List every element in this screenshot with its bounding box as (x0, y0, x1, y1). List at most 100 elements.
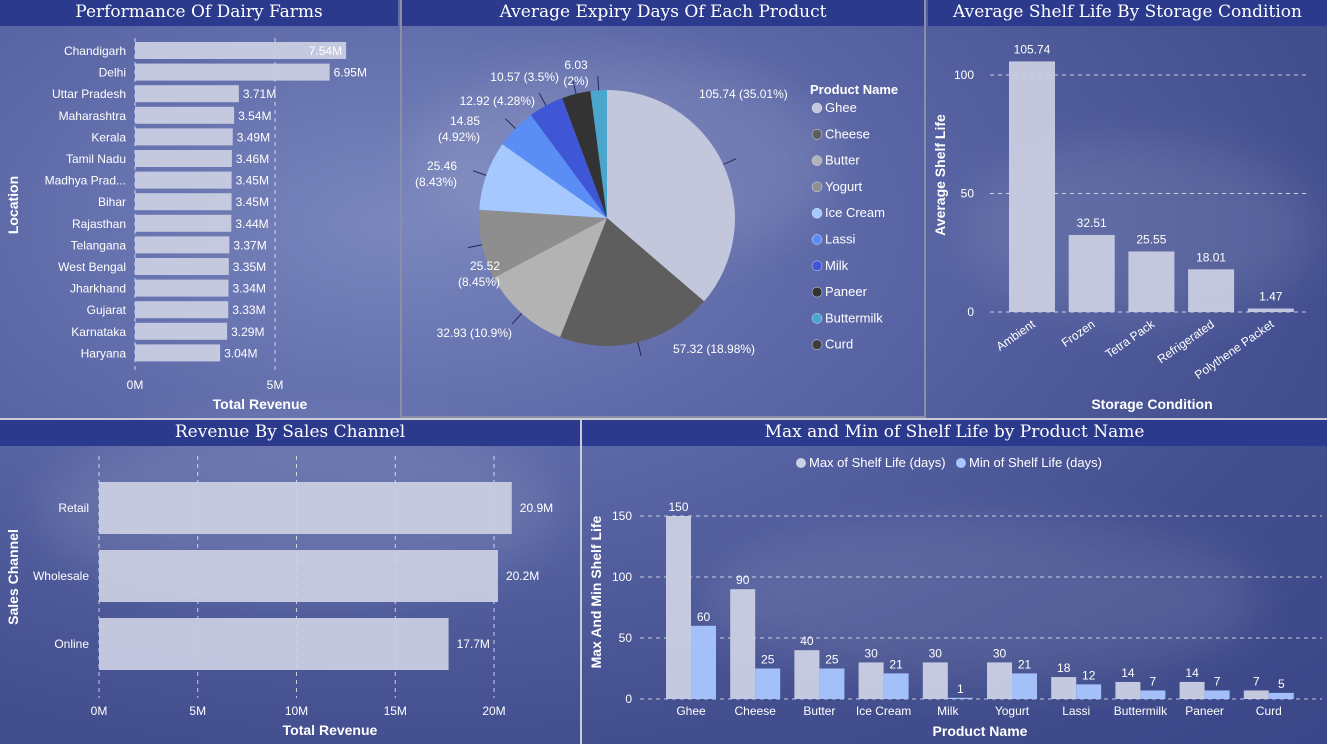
data-label: 3.46M (236, 152, 269, 166)
x-axis-title: Total Revenue (213, 396, 308, 412)
x-axis-title: Product Name (933, 723, 1028, 739)
data-label: 3.54M (238, 109, 271, 123)
data-label: 30 (993, 646, 1007, 660)
bar (691, 625, 716, 699)
data-label: 150 (668, 500, 688, 514)
data-label: 57.32 (18.98%) (673, 342, 755, 356)
x-axis-title: Total Revenue (283, 722, 378, 738)
legend-label: Yogurt (825, 179, 862, 194)
legend-marker (811, 339, 823, 350)
y-axis-title: Average Shelf Life (932, 114, 948, 236)
bar (1188, 269, 1235, 312)
bar (1140, 690, 1166, 699)
bar (1268, 692, 1294, 699)
leader-line (511, 313, 523, 325)
data-label: 90 (736, 573, 750, 587)
data-label: 32.51 (1077, 216, 1107, 230)
data-label: 30 (864, 646, 878, 660)
bar (99, 550, 498, 602)
bar (135, 63, 330, 81)
y-axis-title: Max And Min Shelf Life (588, 515, 604, 668)
legend-label: Butter (825, 153, 860, 168)
legend-label: Buttermilk (825, 310, 883, 325)
data-label: (8.45%) (458, 275, 500, 289)
category-label: Chandigarh (64, 44, 126, 58)
category-label: Madhya Prad... (45, 174, 126, 188)
dairy-farms-panel[interactable]: Performance Of Dairy Farms Chandigarh 7.5… (0, 0, 398, 418)
category-label: Telangana (71, 238, 127, 252)
category-label: Retail (58, 501, 89, 515)
legend-label: Milk (825, 258, 849, 273)
data-label: 1 (957, 682, 964, 696)
data-label: 3.04M (224, 346, 257, 360)
data-label: 14 (1185, 666, 1199, 680)
leader-line (505, 118, 516, 129)
bar (99, 618, 449, 670)
bar (794, 650, 820, 699)
data-label: 25.52 (470, 259, 500, 273)
category-label: Delhi (99, 66, 126, 80)
category-label: Kerala (91, 130, 126, 144)
data-label: 6.03 (564, 58, 588, 72)
dairy-farms-chart: Chandigarh 7.54M Delhi 6.95M Uttar Pradesh 3.… (5, 38, 367, 412)
data-label: 10.57 (3.5%) (490, 70, 559, 84)
bar (1115, 681, 1141, 699)
leader-line (468, 244, 482, 249)
category-label: Tamil Nadu (66, 152, 126, 166)
category-label: Curd (1256, 704, 1282, 718)
data-label: 3.33M (232, 303, 265, 317)
x-axis-title: Storage Condition (1091, 396, 1212, 412)
legend-label: Max of Shelf Life (days) (809, 455, 946, 470)
bar (1179, 681, 1205, 699)
leader-line (597, 76, 600, 91)
bar (135, 106, 235, 124)
leader-line (538, 92, 547, 106)
data-label: 7.54M (309, 44, 342, 58)
max-min-shelf-life-panel[interactable]: Max and Min of Shelf Life by Product Nam… (582, 420, 1327, 744)
bar (1068, 234, 1115, 312)
legend-label: Paneer (825, 284, 868, 299)
data-label: 14 (1121, 666, 1135, 680)
data-label: 3.71M (243, 87, 276, 101)
tick-label: 20M (482, 704, 505, 718)
y-axis-title: Sales Channel (5, 529, 21, 625)
tick-label: 5M (267, 378, 284, 392)
data-label: 6.95M (334, 66, 367, 80)
tick-label: 0M (127, 378, 144, 392)
category-label: Frozen (1059, 317, 1098, 350)
sales-channel-panel[interactable]: Revenue By Sales Channel 0M 5M 10M 15M 20M Re… (0, 420, 580, 744)
data-label: 20.2M (506, 569, 539, 583)
legend-marker (811, 234, 823, 245)
legend-title: Product Name (810, 82, 898, 97)
category-label: Karnataka (71, 325, 126, 339)
data-label: 18.01 (1196, 250, 1226, 264)
legend-marker (811, 260, 823, 272)
data-label: 3.45M (236, 174, 269, 188)
data-label: (8.43%) (415, 175, 457, 189)
data-label: 105.74 (1014, 42, 1051, 56)
bar (135, 128, 233, 146)
data-label: 25.55 (1136, 232, 1166, 246)
data-label: 21 (889, 657, 903, 671)
tick-label: 10M (285, 704, 308, 718)
expiry-days-panel[interactable]: Average Expiry Days Of Each Product 105.… (400, 0, 926, 418)
legend-label: Curd (825, 337, 853, 352)
bar (135, 193, 232, 211)
y-axis-title: Location (5, 176, 21, 234)
category-label: Ambient (994, 317, 1039, 354)
data-label: 3.34M (233, 282, 266, 296)
data-label: 12 (1082, 668, 1096, 682)
legend-label: Ghee (825, 100, 857, 115)
legend-marker (811, 313, 823, 324)
data-label: 3.49M (237, 130, 270, 144)
storage-shelf-life-panel[interactable]: Average Shelf Life By Storage Condition … (928, 0, 1327, 418)
bar (987, 662, 1012, 699)
category-label: Bihar (98, 195, 126, 209)
legend-label: Lassi (825, 232, 855, 247)
bar (135, 301, 229, 319)
bar (730, 589, 756, 699)
category-label: Yogurt (995, 704, 1030, 718)
category-label: Haryana (81, 346, 127, 360)
category-label: Rajasthan (72, 217, 126, 231)
leader-line (472, 170, 487, 176)
